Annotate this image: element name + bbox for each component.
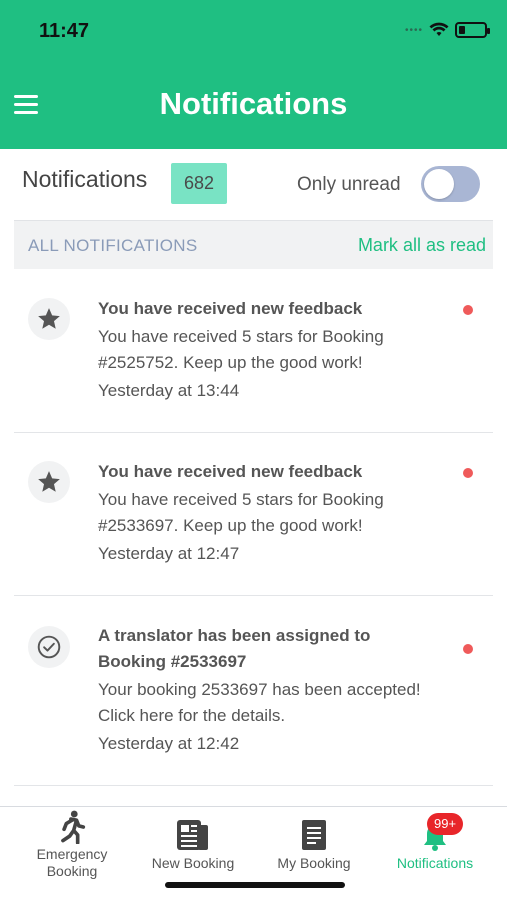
notification-item[interactable]: You have received new feedback You have … xyxy=(14,270,493,433)
notification-body: You have received 5 stars for Booking #2… xyxy=(98,487,463,539)
notification-title: A translator has been assigned to Bookin… xyxy=(98,623,453,675)
notification-badge: 99+ xyxy=(427,813,464,835)
wifi-icon xyxy=(429,22,449,36)
notification-title-line: A translator has been assigned to xyxy=(98,626,371,645)
battery-icon xyxy=(455,22,490,38)
star-icon xyxy=(28,461,70,503)
tab-label: Emergency Booking xyxy=(11,846,133,880)
tab-my-booking[interactable]: My Booking xyxy=(253,807,375,887)
notification-body-line: Your booking 2533697 has been accepted! xyxy=(98,680,421,699)
unread-dot xyxy=(463,468,473,478)
tab-label-line: Emergency xyxy=(36,846,108,862)
filter-bar: ALL NOTIFICATIONS Mark all as read xyxy=(14,220,493,269)
notification-body-line: #2525752. Keep up the good work! xyxy=(98,353,363,372)
check-circle-icon xyxy=(28,626,70,668)
toggle-knob xyxy=(424,169,454,199)
unread-dot xyxy=(463,644,473,654)
document-icon xyxy=(132,819,254,850)
app-header: 11:47 •••• Notifications xyxy=(0,0,507,149)
notification-title: You have received new feedback xyxy=(98,462,363,481)
notifications-subheader: Notifications 682 Only unread xyxy=(0,149,507,219)
notification-time: Yesterday at 13:44 xyxy=(98,381,240,400)
notification-item[interactable]: You have received new feedback You have … xyxy=(14,433,493,596)
home-indicator[interactable] xyxy=(165,882,345,888)
tab-label: New Booking xyxy=(151,855,235,871)
tab-new-booking[interactable]: New Booking xyxy=(132,807,254,887)
notification-item[interactable]: A translator has been assigned to Bookin… xyxy=(14,596,493,786)
notification-body-line: #2533697. Keep up the good work! xyxy=(98,516,363,535)
only-unread-label: Only unread xyxy=(297,174,401,195)
tab-label: Notifications xyxy=(396,855,474,871)
mark-all-read-button[interactable]: Mark all as read xyxy=(358,235,486,256)
tab-notifications[interactable]: 99+ Notifications xyxy=(374,807,496,887)
tab-label-line: Booking xyxy=(46,863,98,879)
page-title: Notifications xyxy=(159,86,348,121)
notification-body: You have received 5 stars for Booking #2… xyxy=(98,324,463,376)
walking-person-icon xyxy=(11,810,133,844)
notification-body-line: Click here for the details. xyxy=(98,706,286,725)
notification-time: Yesterday at 12:42 xyxy=(98,734,240,753)
tab-emergency-booking[interactable]: Emergency Booking xyxy=(11,807,133,887)
tab-label: My Booking xyxy=(277,855,351,871)
unread-dot xyxy=(463,305,473,315)
signal-icon: •••• xyxy=(404,24,423,36)
star-icon xyxy=(28,298,70,340)
notification-title: You have received new feedback xyxy=(98,299,363,318)
filter-label: ALL NOTIFICATIONS xyxy=(28,236,198,255)
section-title: Notifications xyxy=(22,166,148,192)
notification-count-badge: 682 xyxy=(171,163,227,204)
notification-title-line: Booking #2533697 xyxy=(98,652,247,671)
notification-body-line: You have received 5 stars for Booking xyxy=(98,490,384,509)
notification-time: Yesterday at 12:47 xyxy=(98,544,240,563)
only-unread-toggle[interactable] xyxy=(421,166,480,202)
status-icons: •••• xyxy=(404,22,490,38)
file-icon xyxy=(253,819,375,850)
status-time: 11:47 xyxy=(39,20,90,42)
notification-body-line: You have received 5 stars for Booking xyxy=(98,327,384,346)
notification-body: Your booking 2533697 has been accepted! … xyxy=(98,677,463,729)
